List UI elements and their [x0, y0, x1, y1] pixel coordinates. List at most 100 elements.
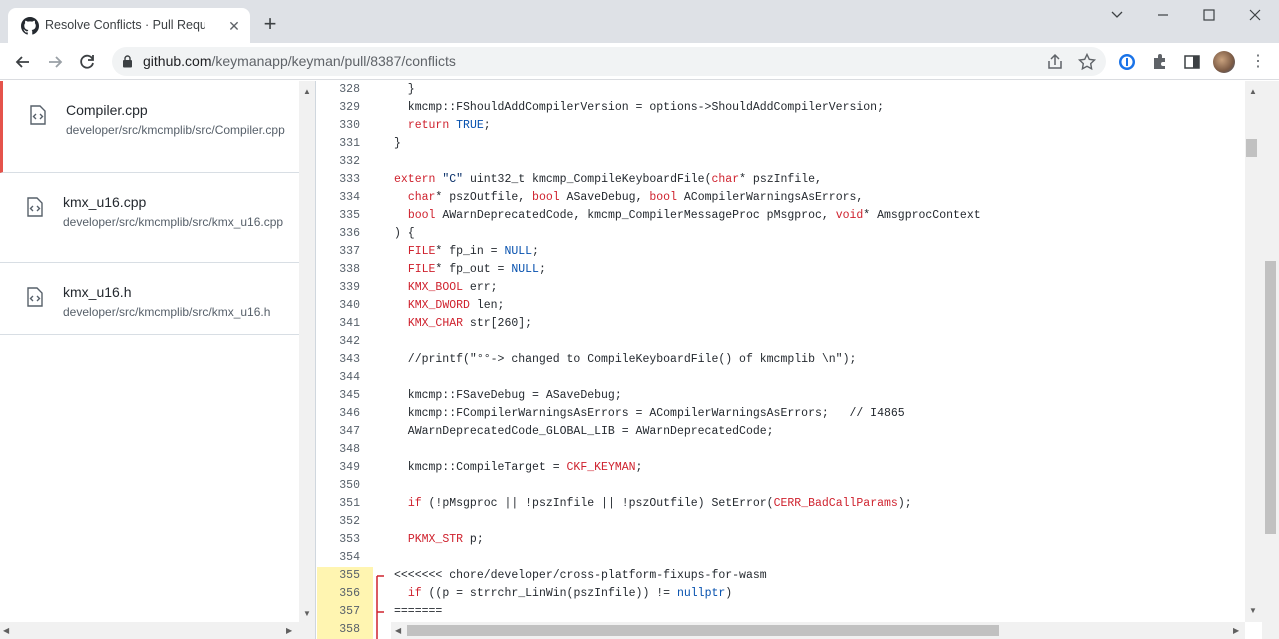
code-line[interactable]: 346 kmcmp::FCompilerWarningsAsErrors = A… [317, 405, 1245, 423]
line-number-text: 345 [339, 389, 360, 402]
line-number: 329 [317, 99, 373, 117]
code-line[interactable]: 340 KMX_DWORD len; [317, 297, 1245, 315]
scroll-down-arrow-icon[interactable]: ▼ [303, 609, 311, 619]
line-number: 344 [317, 369, 373, 387]
line-number: 339 [317, 279, 373, 297]
line-number-text: 329 [339, 101, 360, 114]
scroll-left-arrow-icon[interactable]: ◀ [395, 626, 401, 636]
horizontal-scroll-thumb[interactable] [407, 625, 999, 636]
scroll-right-arrow-icon[interactable]: ▶ [286, 626, 292, 636]
active-tab[interactable]: Resolve Conflicts · Pull Request # ✕ [8, 8, 250, 43]
code-line[interactable]: 329 kmcmp::FShouldAddCompilerVersion = o… [317, 99, 1245, 117]
close-window-icon[interactable] [1232, 4, 1278, 26]
sidebar-horizontal-scrollbar[interactable]: ◀ ▶ [0, 622, 299, 639]
code-line[interactable]: 342 [317, 333, 1245, 351]
code-line[interactable]: 356 if ((p = strrchr_LinWin(pszInfile)) … [317, 585, 1245, 603]
code-line[interactable]: 330 return TRUE; [317, 117, 1245, 135]
browser-window: Resolve Conflicts · Pull Request # ✕ + g… [0, 0, 1279, 639]
line-number-text: 339 [339, 281, 360, 294]
line-code: FILE* fp_in = NULL; [407, 245, 539, 258]
editor-horizontal-scrollbar[interactable]: ◀ ▶ [391, 622, 1245, 639]
code-line[interactable]: 350 [317, 477, 1245, 495]
code-line[interactable]: 347 AWarnDeprecatedCode_GLOBAL_LIB = AWa… [317, 423, 1245, 441]
file-item-kmx-u16-cpp[interactable]: kmx_u16.cpp developer/src/kmcmplib/src/k… [0, 173, 299, 263]
line-code: kmcmp::FSaveDebug = ASaveDebug; [394, 389, 622, 402]
editor-vertical-scrollbar[interactable]: ▲ ▼ [1245, 81, 1262, 622]
scroll-left-arrow-icon[interactable]: ◀ [3, 626, 9, 636]
line-number: 349 [317, 459, 373, 477]
line-number: 346 [317, 405, 373, 423]
line-number: 336 [317, 225, 373, 243]
code-line[interactable]: 341 KMX_CHAR str[260]; [317, 315, 1245, 333]
code-line[interactable]: 339 KMX_BOOL err; [317, 279, 1245, 297]
code-line[interactable]: 353 PKMX_STR p; [317, 531, 1245, 549]
conflict-code-editor[interactable]: 358 357 ======= 356 if ((p = strrchr_LinWin… [317, 81, 1279, 639]
file-item-compiler-cpp[interactable]: Compiler.cpp developer/src/kmcmplib/src/… [0, 81, 299, 173]
tab-search-icon[interactable] [1094, 4, 1140, 26]
code-line[interactable]: 331} [317, 135, 1245, 153]
code-line[interactable]: 344 [317, 369, 1245, 387]
sidebar-scrollbar[interactable]: ▲ ▼ [299, 81, 315, 639]
code-line[interactable]: 348 [317, 441, 1245, 459]
line-number-text: 337 [339, 245, 360, 258]
reload-icon[interactable] [76, 51, 98, 73]
address-bar[interactable]: github.com/keymanapp/keyman/pull/8387/co… [112, 47, 1106, 76]
line-number-text: 340 [339, 299, 360, 312]
share-icon[interactable] [1045, 52, 1065, 72]
line-number-text: 355 [339, 569, 360, 582]
code-line[interactable]: 354 [317, 549, 1245, 567]
line-number-text: 357 [339, 605, 360, 618]
line-code: AWarnDeprecatedCode_GLOBAL_LIB = AWarnDe… [394, 425, 774, 438]
line-number: 340 [317, 297, 373, 315]
code-line[interactable]: 352 [317, 513, 1245, 531]
minimize-icon[interactable] [1140, 4, 1186, 26]
password-manager-icon[interactable] [1117, 52, 1137, 72]
line-code: extern "C" uint32_t kmcmp_CompileKeyboar… [394, 173, 822, 186]
code-line[interactable]: 334 char* pszOutfile, bool ASaveDebug, b… [317, 189, 1245, 207]
line-number-text: 335 [339, 209, 360, 222]
page-scrollbar[interactable] [1262, 81, 1279, 639]
close-tab-icon[interactable]: ✕ [226, 18, 242, 34]
line-number: 334 [317, 189, 373, 207]
extensions-icon[interactable] [1150, 52, 1170, 72]
page-scroll-thumb[interactable] [1265, 261, 1276, 534]
code-line[interactable]: 355 <<<<<<< chore/developer/cross-platfor… [317, 567, 1245, 585]
code-line[interactable]: 349 kmcmp::CompileTarget = CKF_KEYMAN; [317, 459, 1245, 477]
code-line[interactable]: 343 //printf("°°-> changed to CompileKey… [317, 351, 1245, 369]
code-line[interactable]: 328 } [317, 81, 1245, 99]
side-panel-icon[interactable] [1182, 52, 1202, 72]
line-number: 353 [317, 531, 373, 549]
code-line[interactable]: 333 extern "C" uint32_t kmcmp_CompileKeyb… [317, 171, 1245, 189]
line-number: 343 [317, 351, 373, 369]
scroll-up-arrow-icon[interactable]: ▲ [1249, 87, 1257, 97]
code-line[interactable]: 351 if (!pMsgproc || !pszInfile || !pszO… [317, 495, 1245, 513]
code-line[interactable]: 357 ======= [317, 603, 1245, 621]
file-item-kmx-u16-h[interactable]: kmx_u16.h developer/src/kmcmplib/src/kmx… [0, 263, 299, 335]
profile-avatar[interactable] [1213, 51, 1235, 73]
scroll-down-arrow-icon[interactable]: ▼ [1249, 606, 1257, 616]
code-line[interactable]: 335 bool AWarnDeprecatedCode, kmcmp_Comp… [317, 207, 1245, 225]
scroll-up-arrow-icon[interactable]: ▲ [303, 87, 311, 97]
lock-icon[interactable] [122, 55, 133, 68]
tab-title: Resolve Conflicts · Pull Request # [45, 18, 205, 32]
line-code: } [394, 83, 415, 96]
line-number: 332 [317, 153, 373, 171]
forward-icon[interactable] [44, 51, 66, 73]
line-number: 352 [317, 513, 373, 531]
back-icon[interactable] [12, 51, 34, 73]
vertical-scroll-thumb[interactable] [1246, 139, 1257, 157]
code-line[interactable]: 338 FILE* fp_out = NULL; [317, 261, 1245, 279]
line-number-text: 332 [339, 155, 360, 168]
maximize-icon[interactable] [1186, 4, 1232, 26]
bookmark-star-icon[interactable] [1077, 52, 1097, 72]
line-code: return TRUE; [407, 119, 491, 132]
new-tab-button[interactable]: + [259, 13, 281, 36]
code-line[interactable]: 337 FILE* fp_in = NULL; [317, 243, 1245, 261]
code-line[interactable]: 345 kmcmp::FSaveDebug = ASaveDebug; [317, 387, 1245, 405]
line-number-text: 358 [339, 623, 360, 636]
code-line[interactable]: 336) { [317, 225, 1245, 243]
line-number-text: 338 [339, 263, 360, 276]
scroll-right-arrow-icon[interactable]: ▶ [1233, 626, 1239, 636]
code-line[interactable]: 332 [317, 153, 1245, 171]
menu-kebab-icon[interactable]: ⋮ [1250, 51, 1266, 73]
